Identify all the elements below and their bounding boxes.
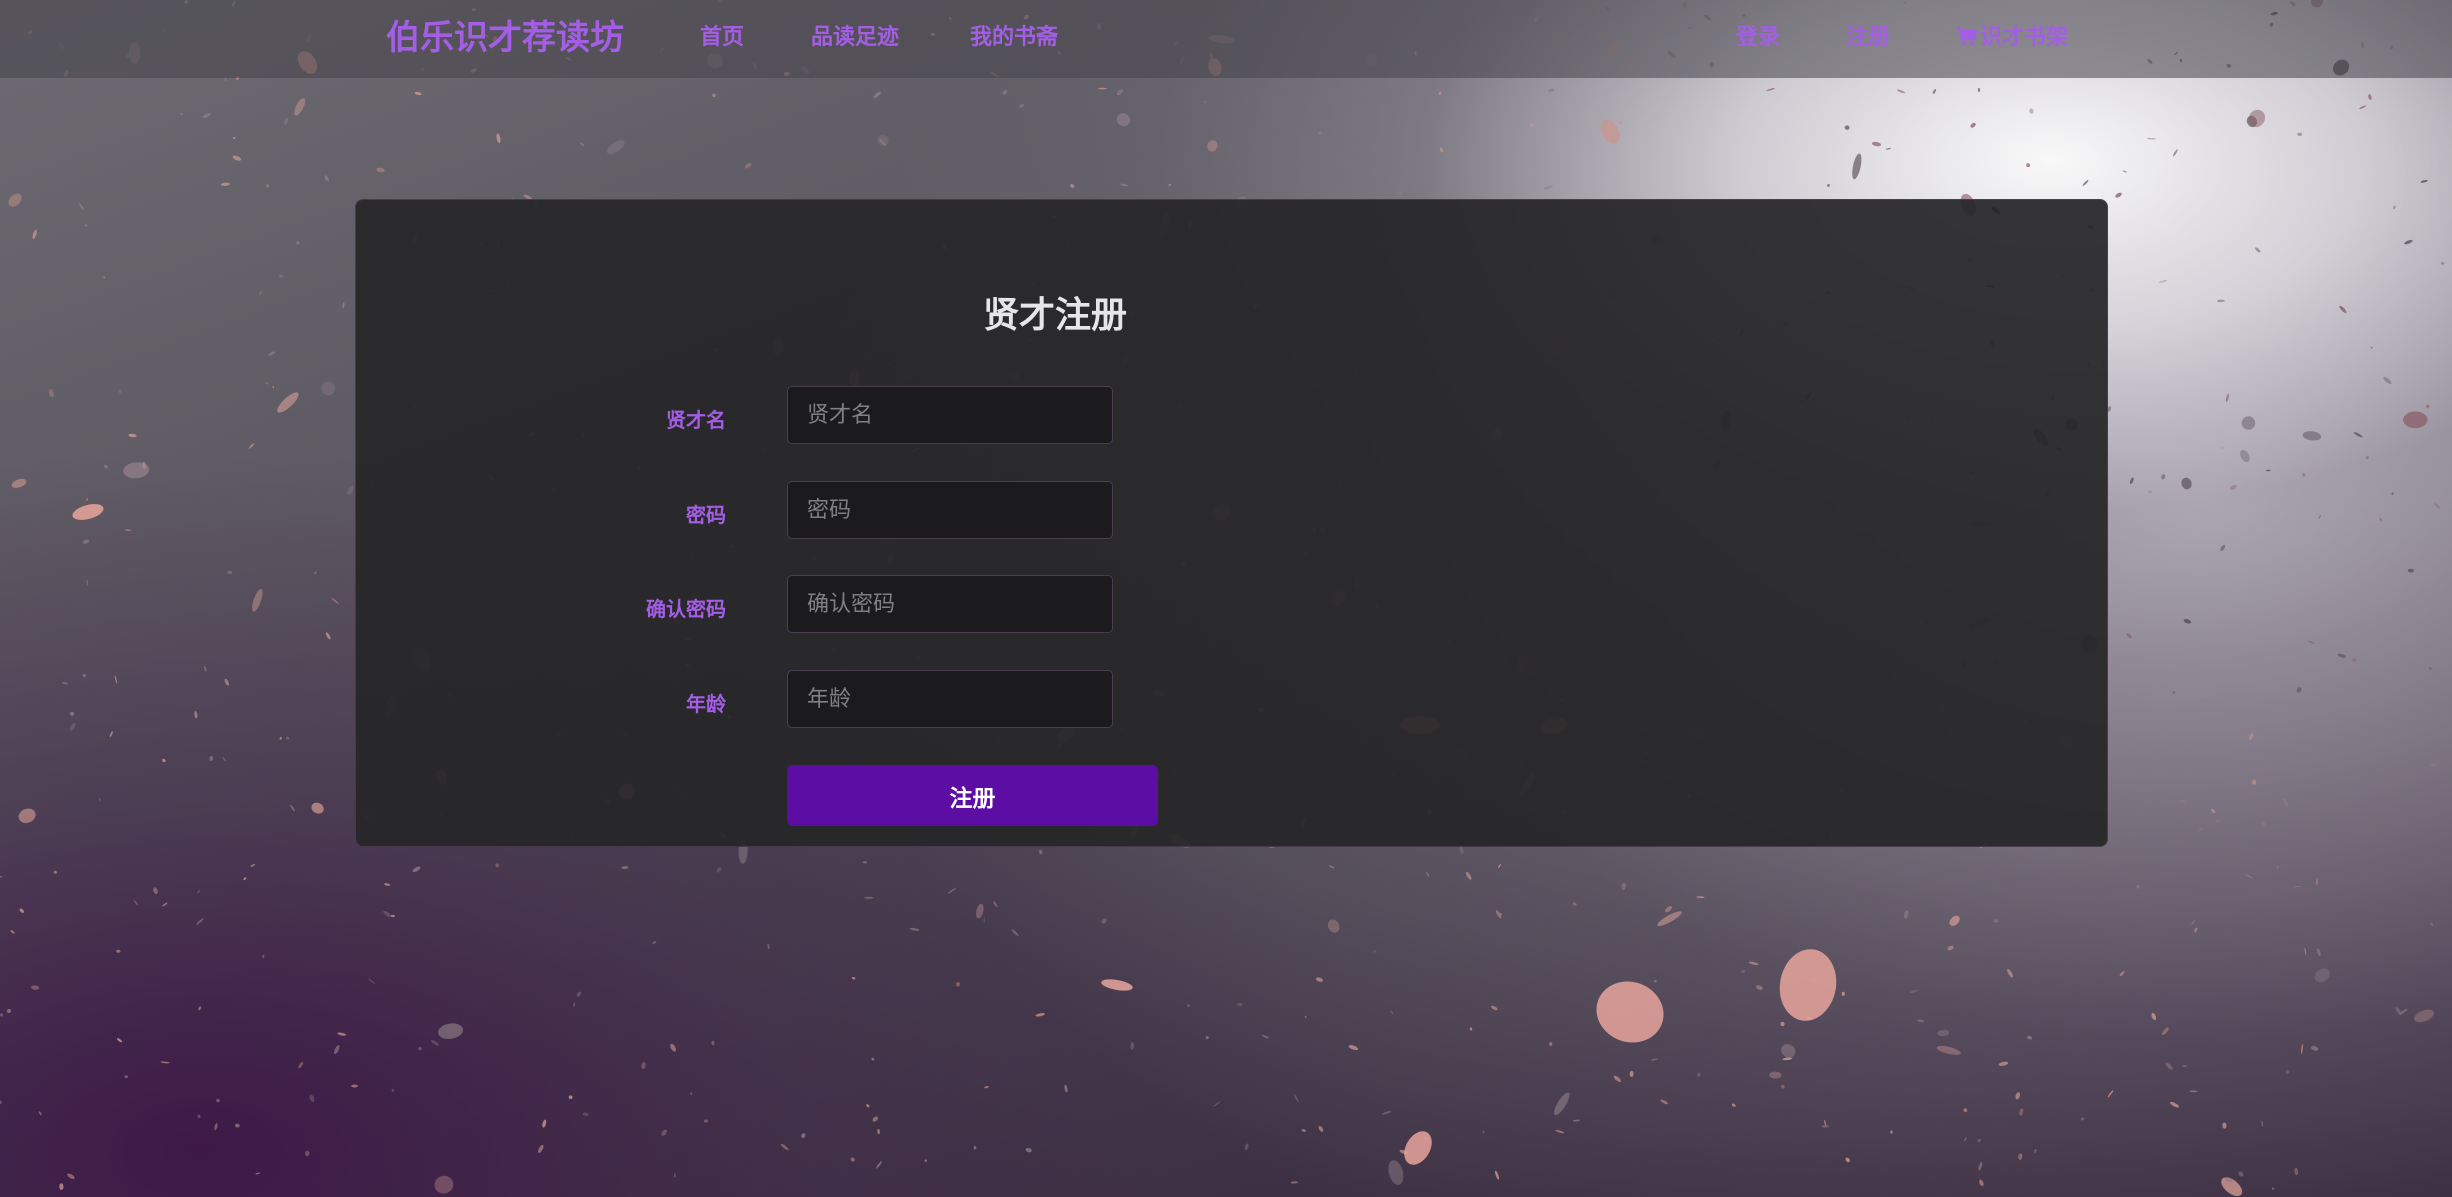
page-title: 贤才注册 [982, 295, 1127, 336]
username-input[interactable] [787, 386, 1113, 444]
nav-link-home[interactable]: 首页 [700, 22, 744, 54]
confirm-password-label: 确认密码 [646, 597, 726, 621]
cart-icon [1957, 26, 1978, 45]
register-card: 贤才注册 贤才名 密码 确认密码 年龄 注册 [355, 199, 2108, 847]
register-button[interactable]: 注册 [787, 765, 1158, 826]
password-input[interactable] [787, 481, 1113, 539]
username-label: 贤才名 [666, 408, 726, 432]
top-navbar: 伯乐识才荐读坊 首页 品读足迹 我的书斋 登录 注册 识才书架 [0, 0, 2452, 78]
nav-link-register[interactable]: 注册 [1846, 22, 1890, 54]
age-input[interactable] [787, 670, 1113, 728]
nav-link-reading-history[interactable]: 品读足迹 [811, 22, 899, 54]
nav-link-login[interactable]: 登录 [1736, 22, 1780, 54]
nav-link-bookshelf-label: 识才书架 [1980, 25, 2069, 50]
confirm-password-input[interactable] [787, 575, 1113, 633]
age-label: 年龄 [686, 692, 726, 716]
nav-link-my-study[interactable]: 我的书斋 [970, 22, 1058, 54]
brand-logo[interactable]: 伯乐识才荐读坊 [386, 14, 624, 62]
nav-link-bookshelf[interactable]: 识才书架 [1956, 22, 2068, 54]
password-label: 密码 [686, 503, 726, 527]
